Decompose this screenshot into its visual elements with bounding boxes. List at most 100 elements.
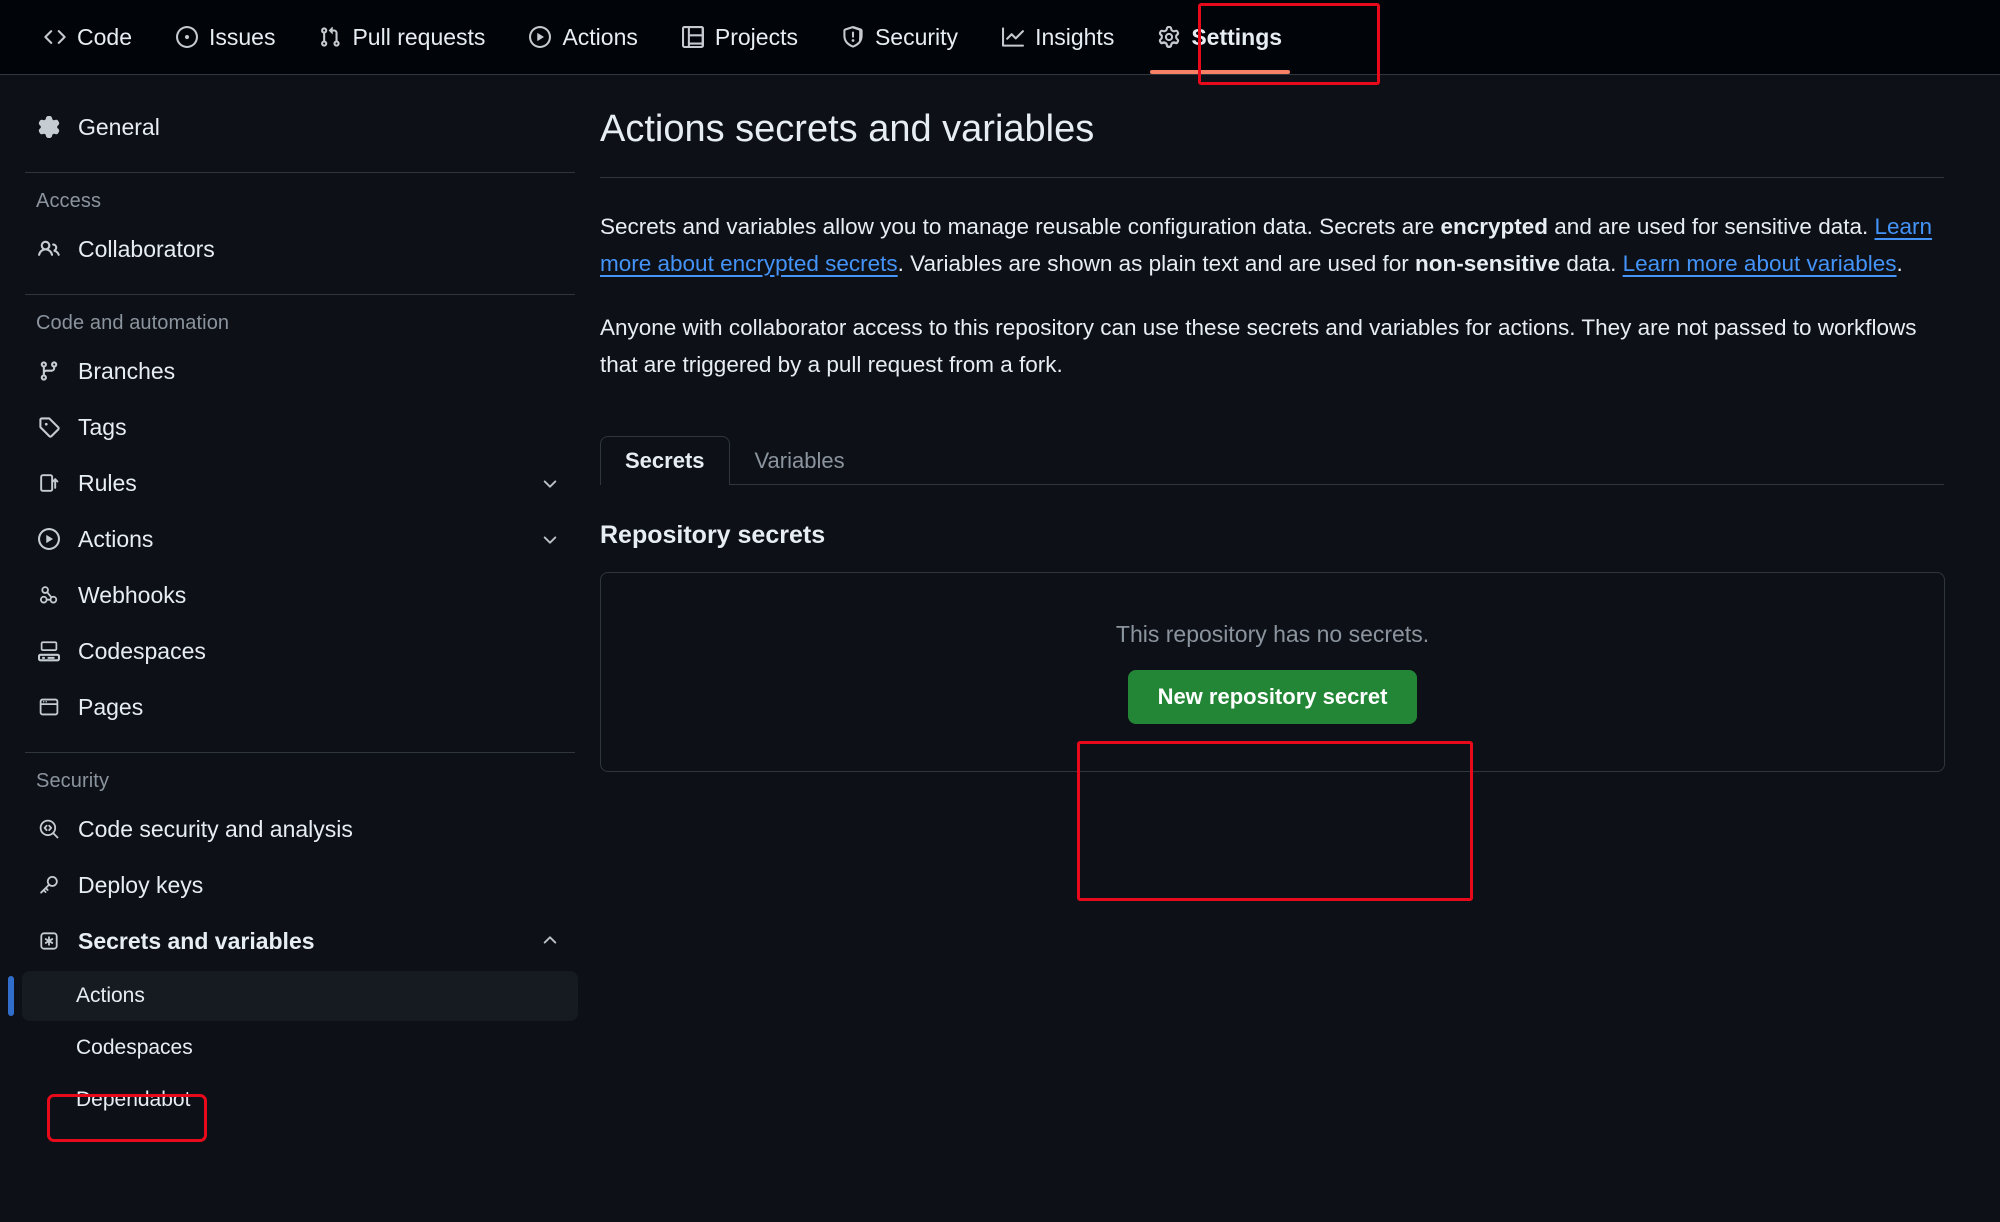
sidebar-item-label: Pages (78, 693, 144, 720)
sidebar-subitem-label: Dependabot (76, 1088, 191, 1111)
sidebar-subitem-label: Actions (76, 984, 145, 1007)
desc-bold-encrypted: encrypted (1440, 213, 1549, 239)
sidebar-group-title-security: Security (36, 770, 110, 792)
tab-secrets[interactable]: Secrets (600, 436, 730, 487)
sidebar-subitem-codespaces[interactable]: Codespaces (22, 1023, 578, 1073)
graph-icon (1002, 26, 1025, 48)
sidebar-item-label: Secrets and variables (78, 927, 315, 954)
sidebar-item-label: Deploy keys (78, 871, 204, 898)
table-icon (681, 26, 704, 48)
browser-icon (36, 696, 62, 718)
desc-seg-4: data. (1560, 250, 1623, 276)
link-learn-more-variables[interactable]: Learn more about variables (1623, 251, 1897, 276)
sidebar-item-secrets-and-variables[interactable]: Secrets and variables (22, 913, 578, 969)
page-title: Actions secrets and variables (600, 108, 1095, 150)
new-repository-secret-button[interactable]: New repository secret (1127, 669, 1418, 724)
sidebar-subitem-actions[interactable]: Actions (8, 971, 578, 1021)
nav-item-label: Issues (208, 23, 276, 50)
sidebar-item-branches[interactable]: Branches (22, 343, 578, 399)
sidebar-item-label: General (78, 113, 160, 140)
nav-item-issues[interactable]: Issues (154, 0, 297, 74)
empty-state-message: This repository has no secrets. (1115, 620, 1430, 647)
shield-icon (842, 26, 864, 48)
play-icon (529, 26, 552, 48)
sidebar-item-tags[interactable]: Tags (22, 399, 578, 455)
play-icon (36, 528, 62, 550)
main-content: Actions secrets and variables Secrets an… (600, 75, 2000, 1222)
nav-item-label: Pull requests (352, 23, 486, 50)
code-icon (44, 26, 66, 48)
sidebar-item-webhooks[interactable]: Webhooks (22, 567, 578, 623)
sidebar-item-codespaces[interactable]: Codespaces (22, 623, 578, 679)
chevron-up-icon[interactable] (540, 931, 560, 951)
gear-icon (36, 116, 62, 138)
tag-icon (36, 416, 62, 438)
repository-nav-bar: Code Issues Pull requests Actions Projec (0, 0, 2000, 85)
repository-secrets-empty-panel: This repository has no secrets. New repo… (600, 572, 1945, 773)
sidebar-item-rules[interactable]: Rules (22, 455, 578, 511)
sidebar-item-actions[interactable]: Actions (22, 511, 578, 567)
nav-item-insights[interactable]: Insights (980, 0, 1136, 74)
sidebar-item-label: Tags (78, 413, 127, 440)
sidebar-item-label: Actions (78, 525, 154, 552)
nav-item-label: Projects (714, 23, 798, 50)
gear-icon (1158, 26, 1180, 48)
code-scan-icon (36, 818, 62, 840)
sidebar-item-general[interactable]: General (22, 99, 578, 155)
section-title-repository-secrets: Repository secrets (600, 521, 826, 550)
chevron-down-icon[interactable] (540, 529, 560, 549)
desc-seg-2: and are used for sensitive data. (1548, 213, 1875, 239)
tab-variables[interactable]: Variables (730, 436, 870, 485)
repository-nav-list: Code Issues Pull requests Actions Projec (0, 0, 2000, 74)
git-pull-request-icon (319, 26, 341, 48)
sidebar-subitem-dependabot[interactable]: Dependabot (22, 1075, 578, 1125)
title-divider (600, 176, 1944, 178)
sidebar-divider (25, 172, 575, 173)
sidebar-divider (25, 294, 575, 295)
rules-icon (36, 472, 62, 494)
settings-page: General Access Collaborators Code and au… (0, 75, 2000, 1222)
nav-item-projects[interactable]: Projects (660, 0, 820, 74)
empty-state-content: This repository has no secrets. New repo… (1116, 621, 1429, 724)
nav-item-label: Code (77, 23, 132, 50)
desc-seg-5: . (1896, 250, 1903, 276)
codespaces-icon (36, 640, 62, 662)
nav-item-code[interactable]: Code (22, 0, 154, 74)
people-icon (36, 238, 62, 260)
nav-item-security[interactable]: Security (820, 0, 980, 74)
sidebar-item-label: Branches (78, 357, 176, 384)
sidebar-group-title-code-automation: Code and automation (36, 312, 230, 334)
sidebar-item-label: Code security and analysis (78, 815, 353, 842)
nav-item-label: Settings (1191, 23, 1283, 50)
sidebar-divider (25, 752, 575, 753)
secrets-variables-tablist: Secrets Variables (600, 429, 1944, 487)
sidebar-item-label: Webhooks (78, 581, 187, 608)
description-paragraph-2: Anyone with collaborator access to this … (600, 314, 1917, 377)
sidebar-item-label: Codespaces (78, 637, 206, 664)
sidebar-subitem-label: Codespaces (76, 1036, 193, 1059)
nav-item-actions[interactable]: Actions (507, 0, 659, 74)
nav-item-label: Security (874, 23, 959, 50)
desc-bold-non-sensitive: non-sensitive (1415, 250, 1561, 276)
settings-sidebar: General Access Collaborators Code and au… (0, 75, 600, 1222)
nav-item-pull-requests[interactable]: Pull requests (297, 0, 507, 74)
issue-opened-icon (175, 26, 198, 48)
description-paragraph-1: Secrets and variables allow you to manag… (600, 208, 1944, 282)
desc-seg-3: . Variables are shown as plain text and … (897, 250, 1416, 276)
sidebar-item-deploy-keys[interactable]: Deploy keys (22, 857, 578, 913)
nav-item-settings[interactable]: Settings (1136, 0, 1304, 74)
chevron-down-icon[interactable] (540, 473, 560, 493)
git-branch-icon (36, 360, 62, 382)
asterisk-key-icon (36, 930, 62, 952)
sidebar-group-title-access: Access (36, 190, 102, 212)
nav-item-label: Insights (1035, 23, 1115, 50)
sidebar-item-code-security-and-analysis[interactable]: Code security and analysis (22, 801, 578, 857)
sidebar-item-pages[interactable]: Pages (22, 679, 578, 735)
desc-seg-1: Secrets and variables allow you to manag… (600, 213, 1441, 239)
sidebar-item-collaborators[interactable]: Collaborators (22, 221, 578, 277)
key-icon (36, 874, 62, 896)
sidebar-item-label: Collaborators (78, 235, 215, 262)
webhook-icon (36, 584, 62, 606)
sidebar-item-label: Rules (78, 469, 137, 496)
nav-item-label: Actions (562, 23, 638, 50)
